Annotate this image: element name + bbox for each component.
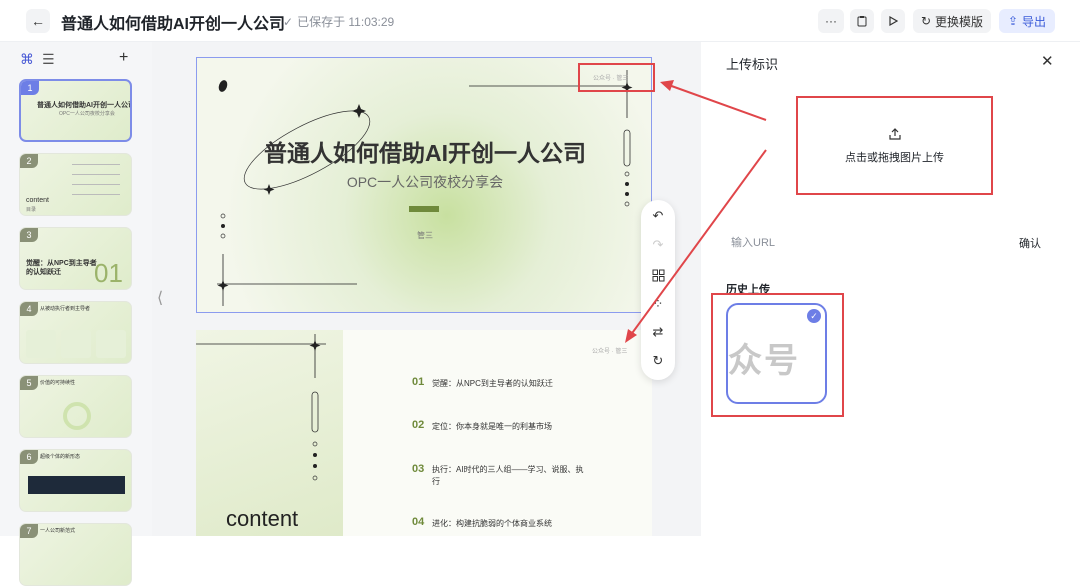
upload-icon [888,127,901,140]
components-icon[interactable]: ⁘ [650,296,666,312]
thumb-title: 一人公司新范式 [40,528,76,534]
undo-icon[interactable]: ↶ [650,208,666,224]
thumb-title: 普通人如何借助AI开创一人公司 [37,102,132,109]
slide-number: 6 [20,450,38,464]
slide-number: 1 [21,81,39,95]
collapse-panel-icon[interactable]: ⟨ [157,288,163,308]
redo-icon[interactable]: ↷ [650,237,666,253]
thumb-subtitle: OPC一人公司夜校分享会 [59,111,115,117]
check-circle-icon: ✓ [283,14,294,29]
slide-number: 4 [20,302,38,316]
slide-list-header: ⌘ ☰ + [0,48,152,72]
history-item-image-text: 众号 [728,342,800,380]
url-input[interactable] [731,234,991,252]
save-status-text: 已保存于 11:03:29 [297,15,395,29]
slide-1-title[interactable]: 普通人如何借助AI开创一人公司 [197,134,651,168]
agenda-number[interactable]: 03 [412,463,424,475]
more-icon: ··· [825,14,837,28]
clipboard-icon [857,16,867,27]
thumb-content-label: content [26,197,49,204]
thumb-subtitle: 目录 [26,207,37,213]
slide-watermark[interactable]: 公众号 · 管三 [593,73,628,82]
slide-watermark[interactable]: 公众号 · 管三 [592,346,627,355]
thumb-title: 超级个体的新形态 [40,454,81,460]
agenda-item-line2[interactable]: 行 [432,476,440,487]
panel-title: 上传标识 [726,57,779,72]
slide-number: 5 [20,376,38,390]
refresh-icon: ↻ [920,14,932,28]
selected-check-icon: ✓ [807,309,821,323]
agenda-number[interactable]: 01 [412,376,424,388]
agenda-item[interactable]: 定位：你本身就是唯一的利基市场 [432,421,552,432]
change-template-button[interactable]: ↻ 更换模版 [913,9,991,33]
thumb-title-line2: 的认知跃迁 [26,269,61,276]
slide-1-subtitle[interactable]: OPC一人公司夜校分享会 [197,172,651,192]
save-status: ✓ 已保存于 11:03:29 [283,13,394,30]
confirm-button[interactable]: 确认 [1019,235,1041,251]
thumb-title: 从被动执行者到主导者 [40,306,91,312]
slide-thumbnail-4[interactable]: 4 从被动执行者到主导者 [19,301,132,364]
transform-icon[interactable]: ⇄ [650,324,666,340]
agenda-item[interactable]: 执行：AI时代的三人组——学习、说服、执 [432,464,584,475]
slide-number: 3 [20,228,38,242]
add-slide-icon[interactable]: + [119,49,128,67]
notes-button[interactable] [850,9,874,33]
close-icon[interactable]: ✕ [1041,52,1054,70]
thumb-big-number: 01 [94,258,123,288]
slide-1-accent-bar [409,206,439,212]
slide-thumbnail-2[interactable]: 2 content 目录 [19,153,132,216]
play-button[interactable] [881,9,905,33]
upload-logo-panel: 上传标识 ✕ 点击或拖拽图片上传 确认 历史上传 众号 ✓ [701,42,1080,536]
slide-list-panel: ⌘ ☰ + 1 普通人如何借助AI开创一人公司 OPC一人公司夜校分享会 2 c… [0,42,152,586]
history-upload-item[interactable]: 众号 ✓ [726,303,827,404]
floating-toolbar: ↶ ↷ ⁘ ⇄ ↻ [641,200,675,380]
more-button[interactable]: ··· [818,9,844,33]
agenda-item[interactable]: 进化：构建抗脆弱的个体商业系统 [432,518,552,529]
change-template-label: 更换模版 [935,14,984,29]
slide-2-content-heading[interactable]: content [226,506,298,532]
list-view-icon[interactable]: ☰ [42,51,55,68]
slide-1-canvas[interactable]: 公众号 · 管三 普通人如何借助AI开创一人公司 OPC一人公司夜校分享会 管三 [196,57,652,313]
layout-grid-icon[interactable] [650,267,666,283]
slide-thumbnail-3[interactable]: 3 觉醒：从NPC到主导者 的认知跃迁 01 [19,227,132,290]
slide-thumbnail-6[interactable]: 6 超级个体的新形态 [19,449,132,512]
agenda-number[interactable]: 02 [412,419,424,431]
agenda-number[interactable]: 04 [412,516,424,528]
upload-dropzone[interactable]: 点击或拖拽图片上传 [796,96,993,195]
sync-icon[interactable]: ↻ [650,353,666,369]
back-button[interactable]: ← [26,9,50,33]
arrow-left-icon: ← [31,13,45,29]
grid-view-icon[interactable]: ⌘ [20,51,34,68]
slide-1-author[interactable]: 管三 [197,230,651,241]
agenda-item[interactable]: 觉醒：从NPC到主导者的认知跃迁 [432,378,553,389]
slide-thumbnail-7[interactable]: 7 一人公司新范式 [19,523,132,586]
slide-2-canvas[interactable]: 公众号 · 管三 content 01 觉醒：从NPC到主导者的认知跃迁 02 … [196,330,652,536]
top-bar: ← 普通人如何借助AI开创一人公司 ✓ 已保存于 11:03:29 ··· ↻ … [0,0,1080,42]
thumb-title: 价值的可持续性 [40,380,76,386]
export-label: 导出 [1022,14,1047,29]
document-title[interactable]: 普通人如何借助AI开创一人公司 [61,10,285,34]
slide-thumbnail-5[interactable]: 5 价值的可持续性 [19,375,132,438]
upload-label: 点击或拖拽图片上传 [845,151,944,164]
export-button[interactable]: ⇪ 导出 [999,9,1055,33]
play-icon [889,16,898,26]
slide-number: 2 [20,154,38,168]
slide-thumbnail-1[interactable]: 1 普通人如何借助AI开创一人公司 OPC一人公司夜校分享会 [19,79,132,142]
export-icon: ⇪ [1007,14,1019,28]
